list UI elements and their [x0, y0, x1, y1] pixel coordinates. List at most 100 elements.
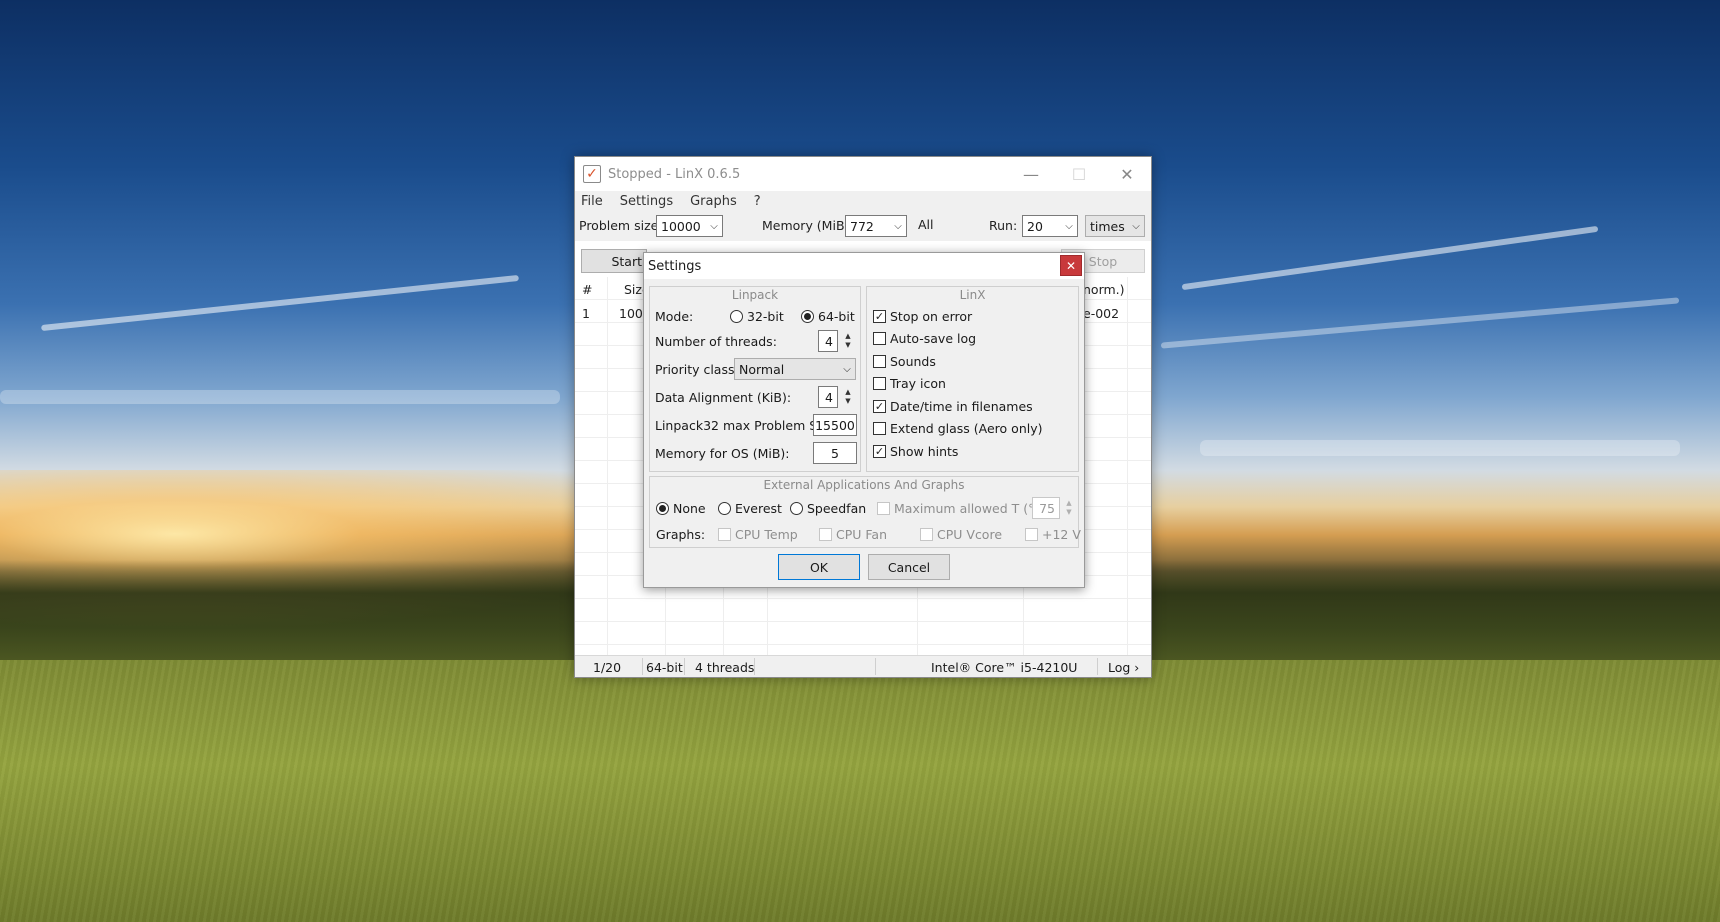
monitor-everest-radio[interactable]: Everest [718, 501, 782, 516]
graph-cpu-fan-checkbox[interactable]: CPU Fan [819, 527, 887, 542]
maximize-icon[interactable]: ☐ [1055, 157, 1103, 191]
cancel-button[interactable]: Cancel [868, 554, 950, 580]
option-label: Auto-save log [890, 331, 977, 346]
linpack-group: Linpack Mode: 32-bit 64-bit Number of th… [649, 286, 861, 472]
spin-down-icon: ▼ [845, 397, 851, 405]
cancel-label: Cancel [887, 559, 931, 575]
status-bar: 1/20 64-bit 4 threads Intel® Core™ i5-42… [575, 655, 1151, 677]
graph-12v-label: +12 V [1042, 527, 1081, 542]
radio-on-icon [801, 310, 814, 323]
option-stop-on-error[interactable]: ✓ Stop on error [873, 309, 972, 324]
status-cpu: Intel® Core™ i5-4210U [931, 660, 1078, 675]
menu-graphs[interactable]: Graphs [690, 194, 737, 209]
all-button[interactable]: All [918, 217, 934, 232]
log-button[interactable]: Log › [1108, 660, 1139, 675]
option-tray-icon[interactable]: Tray icon [873, 376, 946, 391]
option-extend-glass[interactable]: Extend glass (Aero only) [873, 421, 1042, 436]
checkbox-checked-icon: ✓ [873, 445, 886, 458]
checkbox-disabled-icon [1025, 528, 1038, 541]
ok-button[interactable]: OK [778, 554, 860, 580]
threads-stepper[interactable]: 4 [818, 330, 838, 352]
priority-value: Normal [739, 361, 785, 377]
problem-size-label: Problem size: [579, 218, 663, 233]
table-header-index: # [582, 282, 593, 297]
table-header-norm: norm.) [1083, 282, 1125, 297]
linx-group-title: LinX [959, 288, 986, 302]
menu-file[interactable]: File [581, 194, 603, 209]
max-temp-checkbox[interactable]: Maximum allowed T (°C): [877, 501, 1052, 516]
settings-title: Settings [648, 258, 702, 274]
status-divider [875, 658, 876, 675]
start-button[interactable]: Start [581, 249, 647, 273]
max-size-input[interactable]: 15500 [813, 414, 857, 436]
graph-12v-checkbox[interactable]: +12 V [1025, 527, 1081, 542]
run-count-combo[interactable]: 20 ⌵ [1022, 215, 1078, 237]
option-auto-save-log[interactable]: Auto-save log [873, 331, 976, 346]
alignment-spin-arrows[interactable]: ▲ ▼ [840, 386, 856, 408]
wallpaper-cloud [0, 390, 560, 404]
monitor-none-radio[interactable]: None [656, 501, 706, 516]
memory-combo[interactable]: 772 ⌵ [845, 215, 907, 237]
option-label: Extend glass (Aero only) [890, 421, 1043, 436]
run-unit-value: times [1090, 218, 1125, 234]
title-bar: ✓ Stopped - LinX 0.6.5 — ☐ ✕ [575, 157, 1151, 191]
status-mode: 64-bit [646, 660, 683, 675]
monitor-everest-label: Everest [735, 501, 782, 516]
checkbox-checked-icon: ✓ [873, 400, 886, 413]
radio-off-icon [730, 310, 743, 323]
option-label: Date/time in filenames [890, 399, 1033, 414]
stop-label: Stop [1088, 253, 1118, 269]
table-column-divider [1127, 277, 1128, 657]
option-datetime-filenames[interactable]: ✓ Date/time in filenames [873, 399, 1033, 414]
graph-cpu-temp-label: CPU Temp [735, 527, 798, 542]
max-temp-spin-arrows[interactable]: ▲ ▼ [1061, 497, 1077, 519]
option-label: Show hints [890, 444, 959, 459]
os-memory-value: 5 [831, 445, 839, 461]
menu-help[interactable]: ? [754, 194, 761, 209]
graphs-label: Graphs: [656, 527, 706, 542]
checkbox-checked-icon: ✓ [873, 310, 886, 323]
external-apps-group: External Applications And Graphs None Ev… [649, 476, 1081, 548]
spin-down-icon: ▼ [1066, 508, 1072, 516]
settings-title-bar: Settings [644, 253, 1084, 279]
spin-up-icon: ▲ [845, 332, 851, 340]
close-icon[interactable]: ✕ [1103, 157, 1151, 191]
wallpaper-cloud [1160, 297, 1680, 349]
settings-dialog: Settings ✕ Linpack Mode: 32-bit 64-bit N… [643, 252, 1085, 588]
mode-64bit-radio[interactable]: 64-bit [801, 309, 855, 324]
max-size-value: 15500 [815, 417, 855, 433]
graph-cpu-vcore-checkbox[interactable]: CPU Vcore [920, 527, 1002, 542]
chevron-down-icon: ⌵ [1065, 220, 1073, 232]
graph-cpu-temp-checkbox[interactable]: CPU Temp [718, 527, 798, 542]
table-cell-index: 1 [582, 306, 590, 321]
ok-label: OK [809, 559, 829, 575]
mode-label: Mode: [655, 309, 694, 324]
priority-label: Priority class: [655, 362, 739, 377]
max-temp-stepper[interactable]: 75 [1032, 497, 1060, 519]
external-apps-group-title: External Applications And Graphs [763, 478, 965, 492]
option-sounds[interactable]: Sounds [873, 354, 936, 369]
checkbox-unchecked-icon [873, 332, 886, 345]
priority-combo[interactable]: Normal ⌵ [734, 358, 856, 380]
os-memory-input[interactable]: 5 [813, 442, 857, 464]
checkbox-unchecked-icon [873, 422, 886, 435]
toolbar: Problem size: 10000 ⌵ Memory (MiB): 772 … [575, 211, 1151, 241]
problem-size-combo[interactable]: 10000 ⌵ [656, 215, 723, 237]
alignment-stepper[interactable]: 4 [818, 386, 838, 408]
mode-32bit-radio[interactable]: 32-bit [730, 309, 784, 324]
checkbox-unchecked-icon [873, 355, 886, 368]
menu-settings[interactable]: Settings [620, 194, 673, 209]
status-divider [642, 658, 643, 675]
monitor-speedfan-radio[interactable]: Speedfan [790, 501, 866, 516]
checkbox-disabled-icon [819, 528, 832, 541]
minimize-icon[interactable]: — [1007, 157, 1055, 191]
run-unit-combo[interactable]: times ⌵ [1085, 215, 1145, 237]
threads-spin-arrows[interactable]: ▲ ▼ [840, 330, 856, 352]
radio-on-icon [656, 502, 669, 515]
monitor-none-label: None [673, 501, 706, 516]
max-temp-label: Maximum allowed T (°C): [894, 501, 1053, 516]
option-show-hints[interactable]: ✓ Show hints [873, 444, 958, 459]
spin-up-icon: ▲ [1066, 499, 1072, 507]
threads-value: 4 [825, 333, 833, 349]
close-icon[interactable]: ✕ [1060, 255, 1082, 276]
